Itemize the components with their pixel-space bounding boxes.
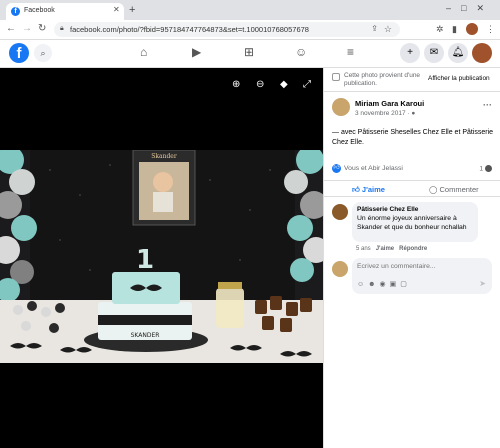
close-window-icon[interactable]: ✕ — [476, 3, 494, 13]
forward-icon[interactable]: → — [22, 23, 32, 34]
home-icon[interactable]: ⌂ — [140, 45, 147, 59]
reactions-text[interactable]: Vous et Abir Jelassi — [344, 165, 403, 172]
url-text[interactable]: facebook.com/photo/?fbid=957184747764873… — [70, 25, 380, 34]
comment-reply-link[interactable]: Répondre — [399, 246, 427, 252]
thumbs-up-icon: 👍︎ — [352, 185, 362, 194]
maximize-icon[interactable]: □ — [461, 3, 476, 13]
comment-like-link[interactable]: J'aime — [376, 246, 394, 252]
post-date-text[interactable]: 3 novembre 2017 · — [355, 110, 411, 117]
notifications-icon[interactable]: 🔔︎ — [448, 43, 468, 63]
comment-icon: ◯ — [429, 185, 440, 194]
tab-close-icon[interactable]: ✕ — [113, 5, 120, 14]
party-photo[interactable]: Skander SKANDER 1 — [0, 150, 323, 363]
author-name[interactable]: Miriam Gara Karoui — [355, 99, 424, 108]
tag-icon[interactable]: ◆ — [280, 79, 288, 90]
menu-icon[interactable]: ≡ — [347, 45, 354, 59]
photo-icon — [332, 73, 340, 81]
birthday-party-image: Skander SKANDER 1 — [0, 150, 323, 363]
reactions-count-value[interactable]: 1 — [479, 165, 483, 172]
profile-avatar-icon[interactable] — [466, 23, 478, 35]
fullscreen-icon[interactable]: ⤢ — [303, 79, 311, 90]
camera-icon[interactable]: ◉ — [380, 281, 390, 288]
sticker-icon[interactable]: ▢ — [400, 281, 411, 288]
reload-icon[interactable]: ↻ — [38, 23, 46, 34]
like-label[interactable]: J'aime — [362, 185, 385, 194]
post-panel: Cette photo provient d'une publication. … — [323, 68, 500, 448]
address-bar[interactable]: 🔒︎ facebook.com/photo/?fbid=957184747764… — [54, 22, 400, 37]
tab-title: Facebook — [24, 7, 55, 14]
browser-tab-strip: f Facebook ✕ + –□✕ — [0, 0, 500, 20]
reactor-avatar[interactable] — [485, 165, 492, 172]
comment-time[interactable]: 5 ans — [356, 246, 371, 252]
audience-icon: ● — [411, 110, 416, 117]
write-comment-box[interactable]: ☺☻◉▣▢ ➤ — [352, 258, 492, 294]
post-caption: — avec Pâtisserie Sheselles Chez Elle et… — [332, 129, 494, 146]
photo-viewer: ⊕ ⊖ ◆ ⤢ Skander SKANDER 1 — [0, 68, 323, 448]
sidebar-icon[interactable]: ▮ — [452, 24, 457, 35]
cake-label: SKANDER — [131, 332, 160, 339]
marketplace-icon[interactable]: ⊞ — [244, 45, 254, 59]
emoji-icon[interactable]: ☻ — [368, 281, 379, 288]
comment-bubble: Pâtisserie Chez Elle Un énorme joyeux an… — [352, 202, 478, 242]
author-avatar[interactable] — [332, 98, 350, 116]
browser-menu-icon[interactable]: ⋮ — [486, 24, 495, 35]
zoom-in-icon[interactable]: ⊕ — [232, 79, 240, 90]
groups-icon[interactable]: ☺ — [295, 45, 307, 59]
messenger-icon[interactable]: ✉ — [424, 43, 444, 63]
extensions-icon[interactable]: ✲ — [436, 24, 444, 35]
comment-text: Un énorme joyeux anniversaire à Skander … — [357, 215, 467, 231]
publication-notice: Cette photo provient d'une publication. … — [324, 68, 500, 92]
facebook-header: f ⌕ ⌂ ▶ ⊞ ☺ ≡ + ✉ 🔔︎ — [0, 40, 500, 68]
add-icon[interactable]: + — [400, 43, 420, 63]
back-icon[interactable]: ← — [6, 23, 16, 34]
notice-text: Cette photo provient d'une publication. — [344, 72, 421, 87]
comment-label[interactable]: Commenter — [439, 185, 478, 194]
watch-icon[interactable]: ▶ — [192, 45, 201, 59]
lock-icon[interactable]: 🔒︎ — [60, 25, 64, 33]
minimize-icon[interactable]: – — [446, 3, 461, 13]
post-date[interactable]: 3 novembre 2017 · ● — [355, 110, 415, 117]
cake-number: 1 — [136, 245, 154, 275]
search-icon[interactable]: ⌕ — [34, 44, 52, 62]
commenter-name[interactable]: Pâtisserie Chez Elle — [357, 206, 418, 213]
gif-icon[interactable]: ▣ — [390, 281, 401, 288]
reactions-count[interactable]: 1 — [479, 165, 492, 172]
facebook-logo[interactable]: f — [9, 43, 29, 63]
like-button[interactable]: 👍︎ J'aime — [352, 185, 385, 195]
comment-meta: 5 ans J'aime Répondre — [356, 246, 427, 252]
facebook-favicon-icon: f — [11, 7, 20, 16]
more-options-icon[interactable]: ··· — [483, 100, 492, 110]
avatar-sticker-icon[interactable]: ☺ — [357, 281, 368, 288]
window-controls[interactable]: –□✕ — [446, 3, 494, 14]
address-bar-row: ← → ↻ 🔒︎ facebook.com/photo/?fbid=957184… — [0, 20, 500, 40]
comment-button[interactable]: ◯ Commenter — [429, 185, 479, 194]
new-tab-button[interactable]: + — [129, 4, 135, 16]
like-reaction-icon[interactable]: 👍︎ — [332, 164, 341, 173]
post-actions: 👍︎ J'aime ◯ Commenter — [324, 180, 500, 197]
poster-name: Skander — [151, 153, 177, 160]
profile-avatar[interactable] — [472, 43, 492, 63]
my-avatar[interactable] — [332, 261, 348, 277]
zoom-out-icon[interactable]: ⊖ — [256, 79, 264, 90]
comment-tools: ☺☻◉▣▢ — [357, 280, 411, 288]
share-icon[interactable]: ⇪ — [371, 24, 378, 33]
send-icon[interactable]: ➤ — [479, 279, 486, 288]
commenter-avatar[interactable] — [332, 204, 348, 220]
bookmark-star-icon[interactable]: ☆ — [384, 24, 392, 35]
browser-tab[interactable]: f Facebook ✕ — [6, 3, 124, 20]
view-post-link[interactable]: Afficher la publication — [428, 75, 490, 82]
comment-input[interactable] — [357, 263, 477, 270]
